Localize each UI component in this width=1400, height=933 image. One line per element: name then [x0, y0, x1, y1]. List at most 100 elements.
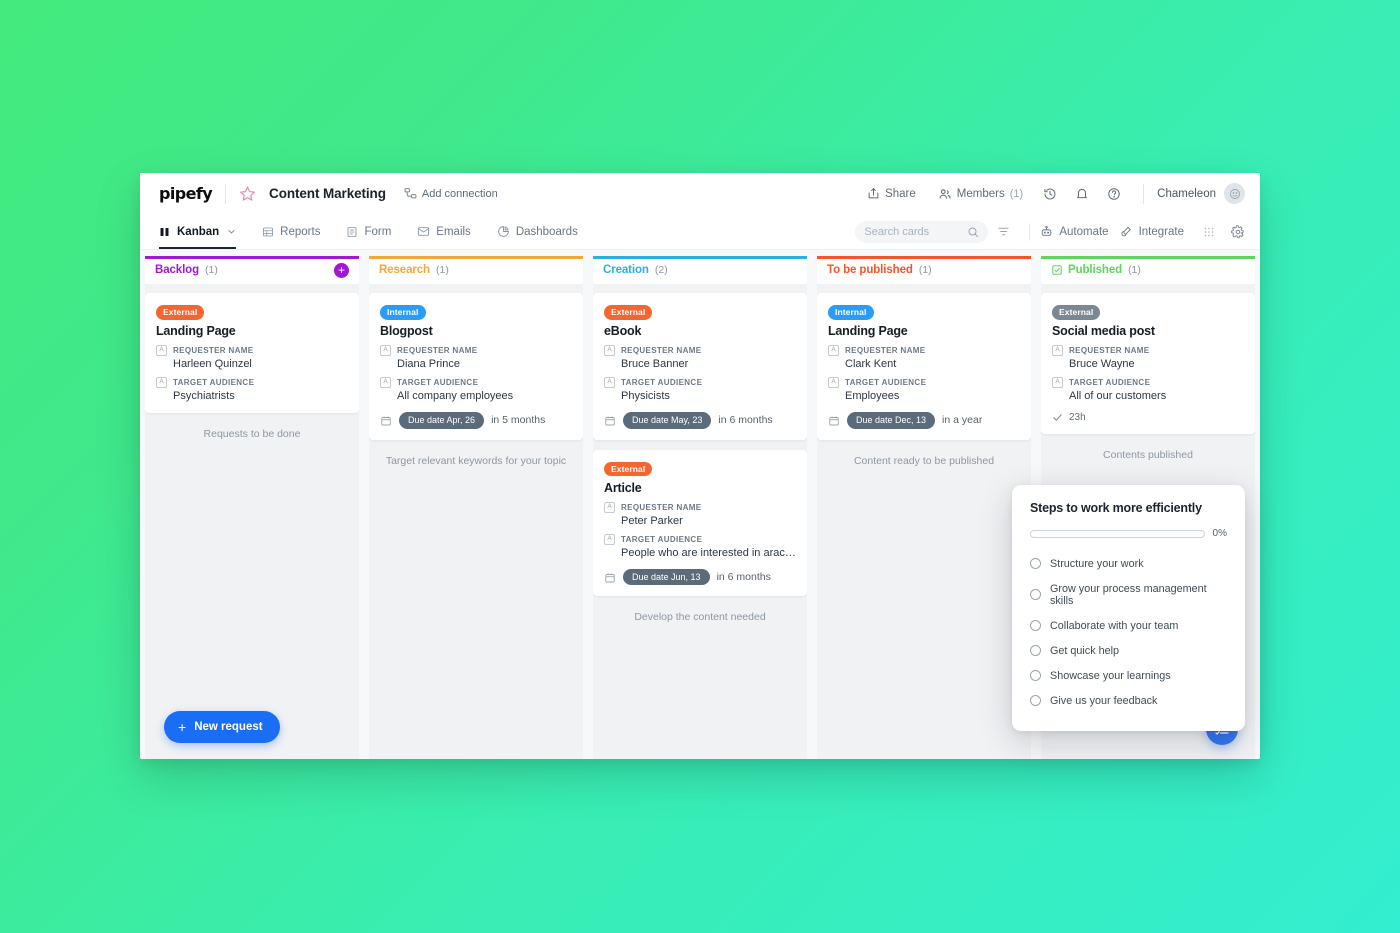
new-request-button[interactable]: + New request [164, 711, 280, 743]
column-count: (1) [918, 264, 932, 276]
column-count: (1) [1128, 264, 1141, 276]
column-color-bar [1041, 256, 1255, 259]
checklist-popup: Steps to work more efficiently 0% Struct… [1012, 485, 1245, 731]
kanban-card[interactable]: External Landing Page A REQUESTER NAME Harle… [145, 293, 359, 413]
members-button[interactable]: Members (1) [927, 187, 1034, 201]
column-header: Research (1) [369, 256, 583, 284]
column-color-bar [145, 256, 359, 259]
text-field-icon: A [604, 533, 615, 545]
card-field: A TARGET AUDIENCE Physicists [604, 377, 796, 402]
add-connection-label: Add connection [421, 187, 498, 200]
card-field-label: REQUESTER NAME [621, 346, 702, 355]
due-relative-label: in 5 months [491, 414, 546, 427]
card-due-row: Due date Jun, 13 in 6 months [604, 568, 796, 585]
done-time-label: 23h [1069, 412, 1086, 423]
card-field-head: A REQUESTER NAME [828, 345, 1020, 356]
checklist-item-label: Structure your work [1050, 557, 1144, 570]
card-field-label: TARGET AUDIENCE [845, 378, 927, 387]
checklist-item-radio[interactable] [1030, 558, 1041, 569]
column-header: To be published (1) [817, 256, 1031, 284]
checklist-item-radio[interactable] [1030, 645, 1041, 656]
kanban-card[interactable]: External Social media post A REQUESTER NAME… [1041, 293, 1255, 434]
checklist-item[interactable]: Grow your process management skills [1030, 576, 1227, 613]
text-field-icon: A [604, 345, 615, 356]
tab-reports[interactable]: Reports [249, 214, 333, 249]
kanban-card[interactable]: Internal Blogpost A REQUESTER NAME Diana Pri… [369, 293, 583, 440]
pipefy-logo[interactable]: pipefy [159, 184, 213, 203]
kanban-card[interactable]: Internal Landing Page A REQUESTER NAME Clark… [817, 293, 1031, 440]
automate-label: Automate [1059, 225, 1109, 238]
tab-emails[interactable]: Emails [404, 214, 484, 249]
add-card-button[interactable]: + [334, 262, 349, 278]
kanban-card[interactable]: External eBook A REQUESTER NAME Bruce Banner… [593, 293, 807, 440]
checklist-item-radio[interactable] [1030, 695, 1041, 706]
checklist-item[interactable]: Structure your work [1030, 551, 1227, 576]
connection-icon [404, 187, 417, 200]
tab-kanban[interactable]: Kanban [159, 214, 249, 249]
nav-bar-right: Automate Integrate [855, 214, 1245, 249]
tab-dashboards[interactable]: Dashboards [484, 214, 591, 249]
tab-form[interactable]: Form [333, 214, 404, 249]
due-relative-label: in 6 months [718, 414, 773, 427]
calendar-icon [380, 414, 392, 426]
card-label-badge: External [604, 305, 653, 320]
card-field-head: A REQUESTER NAME [604, 501, 796, 513]
card-field-value: Bruce Wayne [1069, 358, 1135, 370]
integrate-label: Integrate [1138, 225, 1184, 238]
card-field-value: All of our customers [1069, 390, 1167, 402]
divider [1143, 183, 1145, 204]
help-icon[interactable] [1098, 187, 1130, 201]
progress-bar [1030, 529, 1205, 538]
search-box[interactable] [855, 220, 989, 243]
card-field: A TARGET AUDIENCE People who are intereste… [604, 533, 796, 559]
text-field-icon: A [380, 377, 391, 388]
history-icon[interactable] [1034, 187, 1066, 201]
card-due-row: Due date Dec, 13 in a year [828, 412, 1020, 429]
automate-button[interactable]: Automate [1040, 225, 1119, 238]
checklist-item-radio[interactable] [1030, 670, 1041, 681]
integrate-button[interactable]: Integrate [1120, 225, 1195, 238]
new-request-label: New request [194, 721, 263, 733]
card-title: Landing Page [156, 324, 236, 338]
star-icon[interactable] [239, 185, 256, 202]
text-field-icon: A [156, 345, 167, 356]
checklist-item[interactable]: Collaborate with your team [1030, 613, 1227, 638]
filter-icon[interactable] [988, 225, 1019, 238]
board-column: Research (1) Internal Blogpost A REQUESTER NA… [364, 256, 588, 759]
avatar[interactable] [1224, 183, 1245, 204]
apps-grid-icon[interactable] [1195, 226, 1223, 238]
card-due-row: Due date Apr, 26 in 5 months [380, 412, 572, 429]
members-icon [938, 187, 952, 201]
checklist-item-radio[interactable] [1030, 589, 1041, 600]
column-hint: Develop the content needed [634, 611, 766, 623]
checklist-item[interactable]: Get quick help [1030, 638, 1227, 663]
chevron-down-icon[interactable] [227, 227, 236, 236]
checklist-item-radio[interactable] [1030, 620, 1041, 631]
gear-icon[interactable] [1223, 224, 1245, 239]
card-list: External eBook A REQUESTER NAME Bruce Banner… [593, 293, 807, 596]
card-field-head: A REQUESTER NAME [1052, 345, 1244, 356]
board-column: Creation (2) External eBook A REQUESTER NAME B… [588, 256, 812, 759]
bell-icon[interactable] [1066, 187, 1098, 201]
card-field-value: Clark Kent [845, 358, 897, 370]
checklist-title: Steps to work more efficiently [1030, 501, 1202, 515]
checklist-item[interactable]: Give us your feedback [1030, 688, 1227, 713]
checklist-item[interactable]: Showcase your learnings [1030, 663, 1227, 688]
search-icon[interactable] [967, 226, 979, 238]
automate-icon [1040, 225, 1053, 238]
kanban-card[interactable]: External Article A REQUESTER NAME Peter Park… [593, 449, 807, 596]
card-due-row: Due date May, 23 in 6 months [604, 412, 796, 429]
checklist-item-label: Get quick help [1050, 644, 1120, 657]
share-button[interactable]: Share [856, 187, 927, 200]
column-count: (2) [654, 264, 668, 276]
column-body: External Landing Page A REQUESTER NAME Harle… [145, 284, 359, 759]
card-field-value: Peter Parker [621, 514, 683, 527]
checklist-item-list: Structure your work Grow your process man… [1030, 551, 1227, 713]
card-label-badge: Internal [380, 305, 426, 320]
search-input[interactable] [864, 225, 968, 238]
add-connection-button[interactable]: Add connection [404, 187, 498, 200]
card-title: eBook [604, 324, 642, 338]
members-count: (1) [1009, 187, 1024, 200]
plus-icon: + [178, 719, 187, 735]
column-title: To be published [827, 264, 913, 276]
